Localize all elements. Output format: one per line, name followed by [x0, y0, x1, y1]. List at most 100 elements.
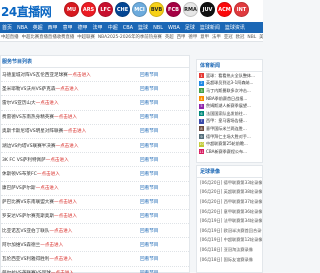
match-title[interactable]: 康巴萨VS萨尔斯一点击进入 [2, 185, 59, 191]
video-item[interactable]: [06月18日] 国际友谊赛录像 [197, 255, 262, 265]
video-item[interactable]: [06月19日] 法甲联赛第34轮录像 [197, 216, 262, 226]
nav-item[interactable]: NBA [17, 25, 28, 31]
news-title[interactable]: 英超球员到达3-1阿森纳... [206, 80, 253, 86]
replay-link[interactable]: 回看节目 [140, 185, 158, 191]
match-row[interactable]: 萨尔拉VS英联赛VS足球一点击进入回看节目 [1, 267, 189, 273]
match-row[interactable]: 湖边VS约塔VS联赛半决赛一点击进入 回看节目 [1, 139, 189, 154]
nav-item[interactable]: 中超 [108, 24, 118, 31]
news-item[interactable]: 11 CBA新赛季赛程公布... [197, 148, 262, 156]
quick-link[interactable]: 中超比赛直播直播收费直播 [22, 34, 75, 40]
club-logo-icon[interactable]: RMA [183, 2, 198, 17]
quick-link[interactable]: NBA2025-2026年的季前热身赛 [98, 34, 162, 40]
replay-link[interactable]: 回看节目 [140, 143, 158, 149]
replay-link[interactable]: 回看节目 [140, 128, 158, 134]
replay-link[interactable]: 回看节目 [140, 114, 158, 120]
enter-link[interactable]: 一点击进入 [40, 243, 63, 248]
enter-link[interactable]: 一点击进入 [54, 200, 77, 205]
match-title[interactable]: 休斯顿VS布莱FC一点击进入 [2, 171, 60, 177]
replay-link[interactable]: 回看节目 [140, 86, 158, 92]
nav-item[interactable]: 法甲 [93, 24, 103, 31]
match-name[interactable]: 比亚诺瓦VS亚伯丁联队 [2, 229, 49, 234]
video-title[interactable]: [06月19日] 欧冠半决赛首回合录像 [200, 228, 262, 234]
nav-item[interactable]: 篮球资讯 [225, 24, 245, 31]
match-title[interactable]: 圣米耶勒VS沃州VS萨克森一点击进入 [2, 86, 78, 92]
news-title[interactable]: 篮球：看看热火全队整体... [206, 73, 255, 79]
video-title[interactable]: [06月20日] 德甲联赛第33轮录像 [200, 180, 262, 186]
club-logo-icon[interactable]: CHE [115, 2, 130, 17]
video-item[interactable]: [06月19日] 中超联赛第12轮录像 [197, 236, 262, 246]
quick-link[interactable]: 中超联赛 [77, 34, 95, 40]
news-item[interactable]: 5 詹姆斯湖人新赛季展望... [197, 102, 262, 110]
news-item[interactable]: 9 德甲拜仁主场大胜对手... [197, 133, 262, 141]
enter-link[interactable]: 一点击进入 [49, 257, 72, 262]
enter-link[interactable]: 一点击进入 [55, 144, 78, 149]
enter-link[interactable]: 一点击进入 [63, 129, 86, 134]
news-title[interactable]: 法国国家队出发前往... [206, 111, 247, 117]
match-row[interactable]: 圣米耶勒VS沃州VS萨克森一点击进入 回看节目 [1, 82, 189, 97]
match-title[interactable]: 阿尔加维VS森德兰一点击进入 [2, 242, 63, 248]
match-title[interactable]: 奥斯卡斯尼塔VS明星对阵联赛一点击进入 [2, 128, 86, 134]
video-title[interactable]: [06月20日] 英超联赛第38轮录像 [200, 189, 262, 195]
video-item[interactable]: [06月19日] 欧冠半决赛首回合录像 [197, 226, 262, 236]
video-item[interactable]: [06月18日] 亚冠淘汰赛录像 [197, 245, 262, 255]
match-title[interactable]: 罗安达VS萨尔赛克斯奥斯一点击进入 [2, 213, 77, 219]
news-item[interactable]: 6 法国国家队出发前往... [197, 110, 262, 118]
enter-link[interactable]: 一点击进入 [46, 158, 69, 163]
replay-link[interactable]: 回看节目 [140, 199, 158, 205]
video-title[interactable]: [06月18日] 国际友谊赛录像 [200, 257, 253, 263]
nav-item[interactable]: 意甲 [63, 24, 73, 31]
match-name[interactable]: 马德里城对阵VS瓦伦西亚足球赛 [2, 73, 68, 78]
match-row[interactable]: 罗安达VS萨尔赛克斯奥斯一点击进入 回看节目 [1, 210, 189, 225]
news-item[interactable]: 10 中超联赛第25轮前瞻... [197, 140, 262, 148]
match-name[interactable]: 萨巴比赛VS东南联盟大赛 [2, 200, 54, 205]
news-title[interactable]: 马丁内斯曼联多次冲击... [206, 88, 251, 94]
club-logo-icon[interactable]: JUV [200, 2, 215, 17]
match-title[interactable]: 湖边VS约塔VS联赛半决赛一点击进入 [2, 143, 78, 149]
match-row[interactable]: 费雷德VS东南热身精英赛一点击进入 回看节目 [1, 111, 189, 125]
news-title[interactable]: 詹姆斯湖人新赛季展望... [206, 103, 251, 109]
match-row[interactable]: 阿尔加维VS森德兰一点击进入 回看节目 [1, 238, 189, 253]
club-logo-icon[interactable]: INT [234, 2, 249, 17]
replay-link[interactable]: 回看节目 [140, 72, 158, 78]
replay-link[interactable]: 回看节目 [140, 228, 158, 234]
replay-link[interactable]: 回看节目 [140, 157, 158, 163]
match-name[interactable]: 圣米耶勒VS沃州VS萨克森 [2, 87, 55, 92]
enter-link[interactable]: 一点击进入 [36, 101, 59, 106]
match-title[interactable]: 瓦伦西亚VS利雅得胜利一点击进入 [2, 256, 72, 262]
news-item[interactable]: 1 篮球：看看热火全队整体... [197, 72, 262, 80]
club-logo-icon[interactable]: ACM [217, 2, 232, 17]
enter-link[interactable]: 一点击进入 [37, 172, 60, 177]
enter-link[interactable]: 一点击进入 [49, 229, 72, 234]
match-title[interactable]: 马德里城对阵VS瓦伦西亚足球赛一点击进入 [2, 72, 91, 78]
quick-link[interactable]: 西甲 [177, 34, 186, 40]
nav-item[interactable]: 西甲 [48, 24, 58, 31]
club-logo-icon[interactable]: MCI [132, 2, 147, 17]
news-item[interactable]: 7 西甲：皇马客场告捷... [197, 118, 262, 126]
quick-link[interactable]: 英超 [165, 34, 174, 40]
news-item[interactable]: 2 英超球员到达3-1阿森纳... [197, 80, 262, 88]
nav-item[interactable]: WBA [168, 25, 180, 31]
match-row[interactable]: 比亚诺瓦VS亚伯丁联队一点击进入 回看节目 [1, 224, 189, 239]
replay-link[interactable]: 回看节目 [140, 256, 158, 262]
nav-item[interactable]: 篮球新闻 [200, 24, 220, 31]
news-title[interactable]: 中超联赛第25轮前瞻... [206, 141, 248, 147]
quick-link[interactable]: 中超直播 [1, 34, 19, 40]
match-row[interactable]: 萨巴比赛VS东南联盟大赛一点击进入 回看节目 [1, 196, 189, 210]
match-name[interactable]: 费雷德VS东南热身精英赛 [2, 115, 54, 120]
news-item[interactable]: 3 马丁内斯曼联多次冲击... [197, 87, 262, 95]
replay-link[interactable]: 回看节目 [140, 242, 158, 248]
news-title[interactable]: 德甲拜仁主场大胜对手... [206, 134, 251, 140]
quick-link[interactable]: 亚冠 [224, 34, 233, 40]
site-logo[interactable]: 24直播网 [1, 3, 52, 20]
news-title[interactable]: 意甲国际米兰两连胜... [206, 126, 247, 132]
match-row[interactable]: 雷尔VS亚历山大一点击进入 回看节目 [1, 96, 189, 111]
video-title[interactable]: [06月18日] 亚冠淘汰赛录像 [200, 247, 253, 253]
club-logo-icon[interactable]: LFC [98, 2, 113, 17]
enter-link[interactable]: 一点击进入 [54, 115, 77, 120]
news-item[interactable]: 4 NBA季前赛首日战报... [197, 95, 262, 103]
match-title[interactable]: 3K FC VS萨利特佩萨一点击进入 [2, 157, 69, 163]
nav-item[interactable]: 篮球 [138, 24, 148, 31]
match-name[interactable]: 康巴萨VS萨尔斯 [2, 186, 36, 191]
club-logo-icon[interactable]: BVB [149, 2, 164, 17]
replay-link[interactable]: 回看节目 [140, 213, 158, 219]
